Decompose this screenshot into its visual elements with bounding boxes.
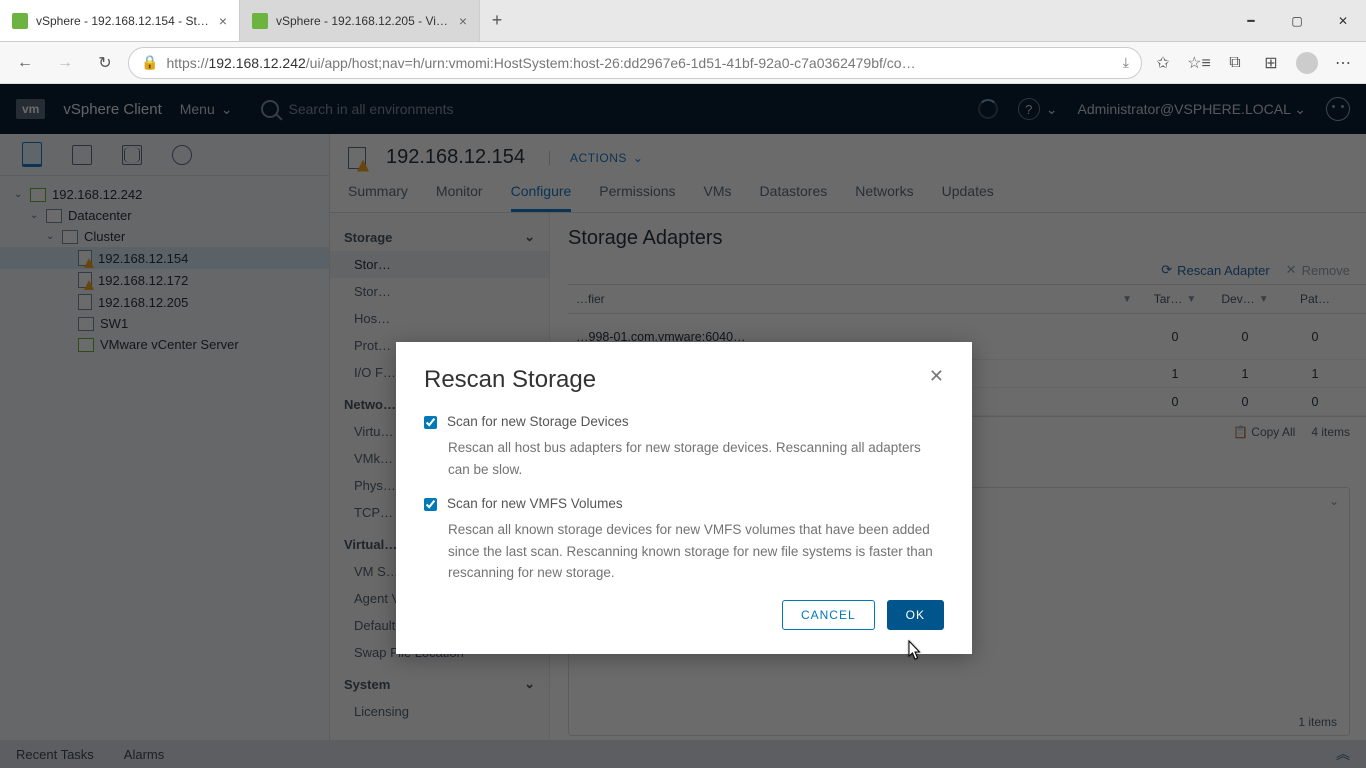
forward-button[interactable]: →: [48, 46, 82, 80]
scan-vmfs-label: Scan for new VMFS Volumes: [447, 496, 623, 511]
scan-devices-description: Rescan all host bus adapters for new sto…: [424, 437, 944, 480]
url-input[interactable]: 🔒 https://192.168.12.242/ui/app/host;nav…: [128, 47, 1142, 79]
reader-icon[interactable]: ⤓: [1123, 54, 1129, 71]
minimize-button[interactable]: ━: [1228, 0, 1274, 41]
new-tab-button[interactable]: +: [480, 0, 514, 41]
scan-devices-checkbox[interactable]: [424, 416, 437, 429]
favicon-icon: [12, 13, 28, 29]
collections-icon[interactable]: ⧉: [1220, 48, 1250, 78]
back-button[interactable]: ←: [8, 46, 42, 80]
tab-label: vSphere - 192.168.12.154 - Stora…: [36, 14, 211, 28]
browser-tab-0[interactable]: vSphere - 192.168.12.154 - Stora… ×: [0, 0, 240, 41]
extensions-icon[interactable]: ⊞: [1256, 48, 1286, 78]
modal-body: Scan for new Storage Devices Rescan all …: [424, 394, 944, 584]
close-icon[interactable]: ✕: [929, 366, 944, 387]
scan-vmfs-checkbox[interactable]: [424, 498, 437, 511]
scan-vmfs-description: Rescan all known storage devices for new…: [424, 519, 944, 584]
close-icon[interactable]: ×: [219, 13, 227, 29]
modal-title: Rescan Storage: [424, 366, 596, 394]
close-icon[interactable]: ×: [459, 13, 467, 29]
browser-tab-1[interactable]: vSphere - 192.168.12.205 - Virtu… ×: [240, 0, 480, 41]
address-bar: ← → ↻ 🔒 https://192.168.12.242/ui/app/ho…: [0, 42, 1366, 84]
menu-icon[interactable]: ⋯: [1328, 48, 1358, 78]
maximize-button[interactable]: ▢: [1274, 0, 1320, 41]
favorite-star-icon[interactable]: ✩: [1148, 48, 1178, 78]
close-button[interactable]: ✕: [1320, 0, 1366, 41]
window-controls: ━ ▢ ✕: [1228, 0, 1366, 41]
option-scan-vmfs[interactable]: Scan for new VMFS Volumes: [424, 496, 944, 511]
favicon-icon: [252, 13, 268, 29]
favorites-bar-icon[interactable]: ☆≡: [1184, 48, 1214, 78]
lock-icon: 🔒: [141, 54, 158, 71]
modal-actions: CANCEL OK: [424, 600, 944, 630]
app-shell: vm vSphere Client Menu⌄ Search in all en…: [0, 84, 1366, 768]
rescan-storage-dialog: Rescan Storage ✕ Scan for new Storage De…: [396, 342, 972, 654]
profile-icon[interactable]: [1292, 48, 1322, 78]
scan-devices-label: Scan for new Storage Devices: [447, 414, 629, 429]
url-text: https://192.168.12.242/ui/app/host;nav=h…: [166, 55, 1114, 71]
ok-button[interactable]: OK: [887, 600, 944, 630]
cancel-button[interactable]: CANCEL: [782, 600, 875, 630]
tab-label: vSphere - 192.168.12.205 - Virtu…: [276, 14, 451, 28]
modal-header: Rescan Storage ✕: [424, 366, 944, 394]
browser-tabs-bar: vSphere - 192.168.12.154 - Stora… × vSph…: [0, 0, 1366, 42]
option-scan-devices[interactable]: Scan for new Storage Devices: [424, 414, 944, 429]
refresh-button[interactable]: ↻: [88, 46, 122, 80]
